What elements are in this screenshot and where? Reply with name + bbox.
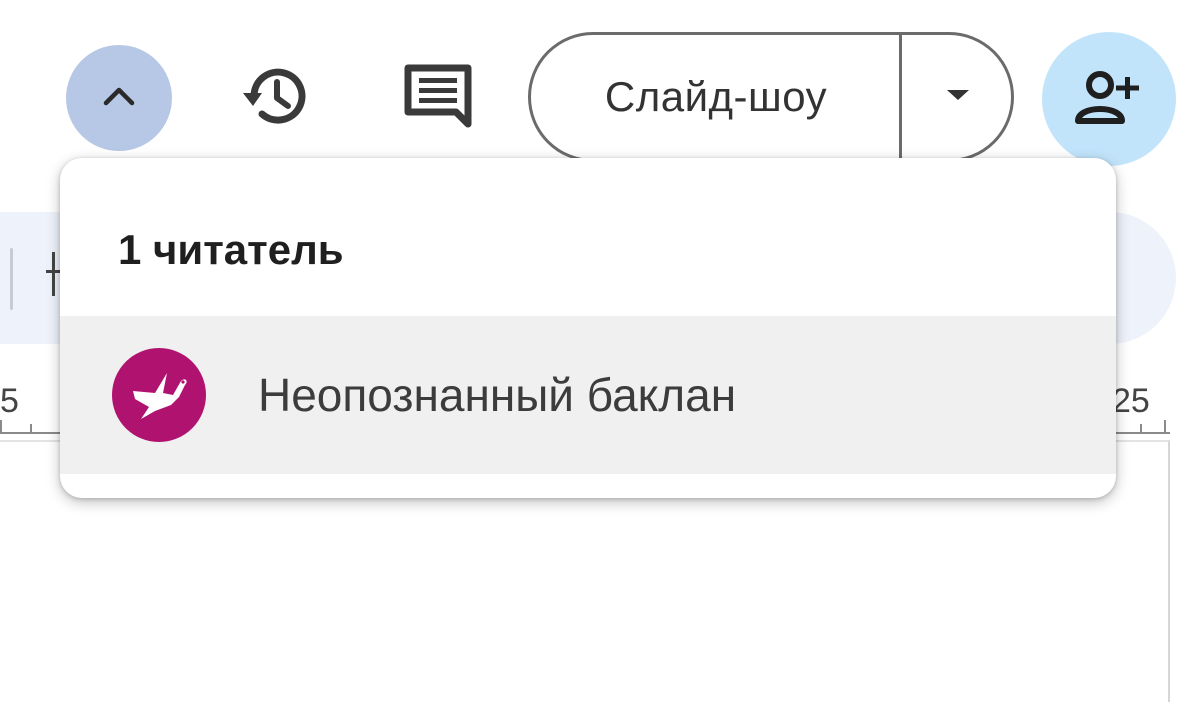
slideshow-button[interactable]: Слайд-шоу xyxy=(531,35,901,159)
chevron-up-icon xyxy=(101,84,137,113)
viewer-name: Неопознанный баклан xyxy=(258,369,737,421)
viewers-popup: 1 читатель Неопознанный баклан xyxy=(60,158,1116,498)
share-button[interactable] xyxy=(1042,32,1176,166)
toolbar-divider xyxy=(10,248,13,310)
cormorant-icon xyxy=(127,363,191,428)
ruler-number-left: 5 xyxy=(0,382,19,420)
ruler-number-right: 25 xyxy=(1112,382,1150,420)
add-icon[interactable] xyxy=(46,252,60,302)
slideshow-label: Слайд-шоу xyxy=(604,73,828,120)
ruler-tick xyxy=(1164,420,1166,434)
comments-button[interactable] xyxy=(390,50,486,146)
caret-down-icon xyxy=(945,88,971,107)
slideshow-options-button[interactable] xyxy=(902,35,1011,159)
avatar xyxy=(112,348,206,442)
ruler-tick xyxy=(30,424,32,434)
ruler-tick xyxy=(1140,424,1142,434)
history-icon xyxy=(240,60,312,137)
slideshow-split-button: Слайд-шоу xyxy=(528,32,1014,162)
person-add-icon xyxy=(1074,67,1144,132)
collapse-menus-button[interactable] xyxy=(66,45,172,151)
comment-icon xyxy=(402,60,474,137)
version-history-button[interactable] xyxy=(228,50,324,146)
ruler-tick xyxy=(0,420,2,434)
viewers-count-title: 1 читатель xyxy=(118,226,344,273)
viewer-list-item[interactable]: Неопознанный баклан xyxy=(60,316,1116,474)
